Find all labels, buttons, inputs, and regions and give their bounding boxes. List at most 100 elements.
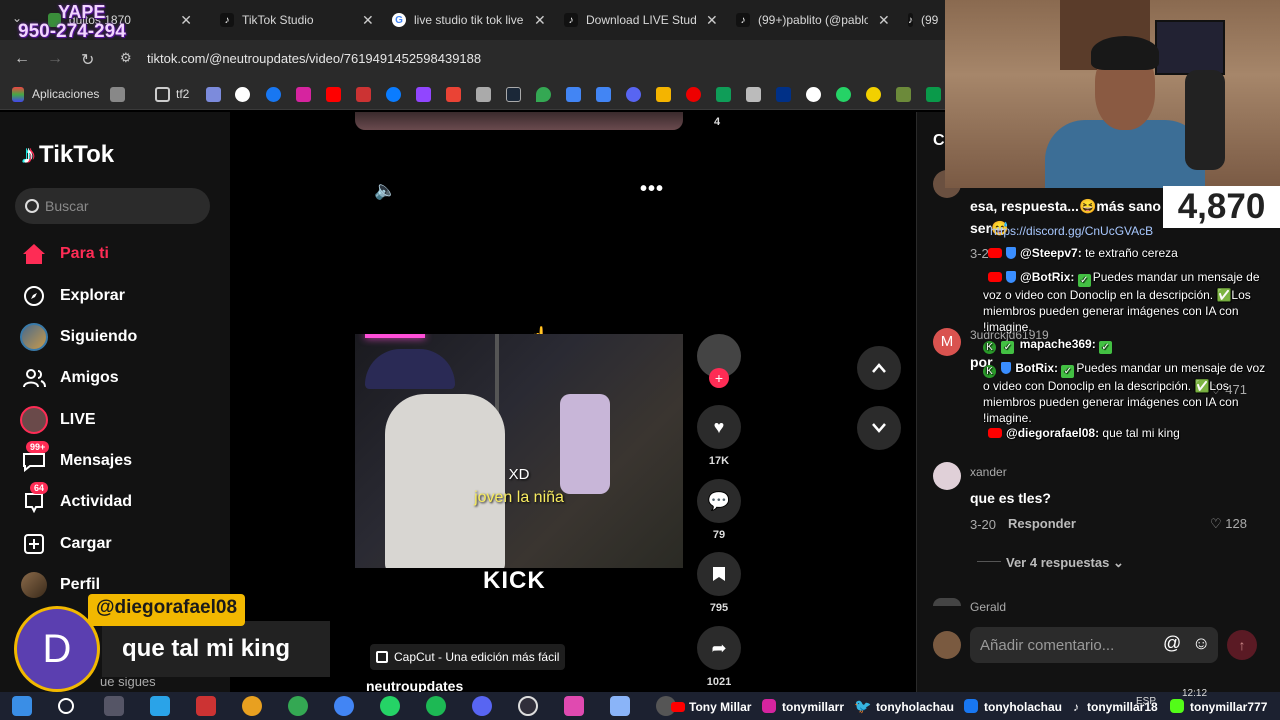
google-icon[interactable] xyxy=(235,87,250,102)
tab-close-icon[interactable]: ✕ xyxy=(534,12,546,29)
bookmark-apps[interactable]: Aplicaciones xyxy=(32,87,99,101)
gmail-icon[interactable] xyxy=(446,87,461,102)
translate-icon[interactable] xyxy=(566,87,581,102)
search-icon[interactable] xyxy=(58,698,74,714)
forward-icon[interactable]: → xyxy=(47,50,63,68)
url-input[interactable]: tiktok.com/@neutroupdates/video/76194914… xyxy=(147,51,481,66)
tab-download-live[interactable]: ♪ Download LIVE Studio ✕ xyxy=(556,6,726,34)
commenter-avatar[interactable] xyxy=(933,598,961,606)
chrome-icon[interactable] xyxy=(288,696,308,716)
bookmark-folder-tf2[interactable]: tf2 xyxy=(176,87,189,101)
reply-button[interactable]: Responder xyxy=(1008,516,1076,531)
reload-icon[interactable]: ↻ xyxy=(81,50,94,70)
translate-icon[interactable] xyxy=(596,87,611,102)
save-button[interactable]: 795 xyxy=(697,552,741,614)
nav-siguiendo[interactable]: Siguiendo xyxy=(20,322,137,352)
send-comment-button[interactable]: ↑ xyxy=(1227,630,1257,660)
bookmark-icon[interactable] xyxy=(746,87,761,102)
app-icon[interactable] xyxy=(564,696,584,716)
bookmark-icon[interactable] xyxy=(686,87,701,102)
discord-icon[interactable] xyxy=(472,696,492,716)
tab-close-icon[interactable]: ✕ xyxy=(706,12,718,29)
apps-grid-icon[interactable] xyxy=(12,87,24,102)
nav-actividad[interactable]: 64 Actividad xyxy=(20,482,132,517)
creator-avatar-button[interactable]: + xyxy=(697,334,741,388)
emoji-icon[interactable]: ☺ xyxy=(1192,633,1210,654)
tiktok-logo[interactable]: ♪ TikTok xyxy=(22,139,114,170)
whatsapp-icon[interactable] xyxy=(836,87,851,102)
spotify-icon[interactable] xyxy=(426,696,446,716)
clock[interactable]: 12:12 xyxy=(1182,688,1207,699)
nav-amigos[interactable]: Amigos xyxy=(20,363,119,393)
tab-google-search[interactable]: G live studio tik tok live ✕ xyxy=(384,6,554,34)
alert-initial: D xyxy=(42,626,72,671)
grid-icon[interactable] xyxy=(110,87,125,102)
like-button[interactable]: ♥ 17K xyxy=(697,405,741,467)
nav-live[interactable]: LIVE xyxy=(20,405,96,435)
tab-6[interactable]: ♪ (99 xyxy=(900,6,945,34)
bookmark-icon[interactable] xyxy=(206,87,221,102)
app-icon[interactable] xyxy=(150,696,170,716)
tab-close-icon[interactable]: ✕ xyxy=(180,12,192,29)
bookmark-icon[interactable] xyxy=(356,87,371,102)
tab-close-icon[interactable]: ✕ xyxy=(362,12,374,29)
nav-explorar[interactable]: Explorar xyxy=(20,281,125,311)
bookmark-icon[interactable] xyxy=(656,87,671,102)
tab-tiktok-studio[interactable]: ♪ TikTok Studio ✕ xyxy=(212,6,382,34)
capcut-tag[interactable]: CapCut - Una edición más fácil xyxy=(370,644,566,670)
windows-start-icon[interactable] xyxy=(12,696,32,716)
drive-icon[interactable] xyxy=(716,87,731,102)
facebook-icon[interactable] xyxy=(266,87,281,102)
share-button[interactable]: ➦ 1021 xyxy=(697,626,741,688)
more-options-icon[interactable]: ••• xyxy=(640,178,664,201)
follow-plus-icon[interactable]: + xyxy=(709,368,729,388)
add-comment-placeholder: Añadir comentario... xyxy=(980,636,1115,654)
chrome-icon[interactable] xyxy=(334,696,354,716)
bookmark-icon[interactable] xyxy=(896,87,911,102)
bookmark-icon[interactable] xyxy=(866,87,881,102)
voice-app-icon[interactable] xyxy=(196,696,216,716)
tab-pablito[interactable]: ♪ (99+)pablito (@pablo ✕ xyxy=(728,6,898,34)
chat-message: K BotRix: ✓ Puedes mandar un mensaje de v… xyxy=(983,360,1273,426)
previous-video[interactable] xyxy=(355,112,683,130)
comment-button[interactable]: 💬 79 xyxy=(697,479,741,541)
youtube-icon[interactable] xyxy=(326,87,341,102)
chrome-icon[interactable] xyxy=(242,696,262,716)
app-icon[interactable] xyxy=(610,696,630,716)
whatsapp-icon[interactable] xyxy=(380,696,400,716)
video-player[interactable]: XD joven la niña xyxy=(355,334,683,568)
discord-icon[interactable] xyxy=(626,87,641,102)
paypal-icon[interactable] xyxy=(776,87,791,102)
nav-mensajes[interactable]: 99+ Mensajes xyxy=(20,441,132,476)
bookmark-icon[interactable] xyxy=(926,87,941,102)
instagram-icon[interactable] xyxy=(296,87,311,102)
nav-label: Amigos xyxy=(60,369,119,386)
previous-video-button[interactable] xyxy=(857,346,901,390)
messenger-icon[interactable] xyxy=(386,87,401,102)
bookmark-icon[interactable] xyxy=(806,87,821,102)
folder-icon[interactable] xyxy=(155,87,170,102)
search-input[interactable]: Buscar xyxy=(15,188,210,224)
nav-cargar[interactable]: Cargar xyxy=(20,529,112,559)
twitch-icon[interactable] xyxy=(416,87,431,102)
view-replies-button[interactable]: Ver 4 respuestas ⌄ xyxy=(1006,555,1124,571)
add-comment-input[interactable]: Añadir comentario... @ ☺ xyxy=(970,627,1218,663)
back-icon[interactable]: ← xyxy=(14,50,30,68)
commenter-name[interactable]: xander xyxy=(970,465,1007,479)
commenter-avatar[interactable] xyxy=(933,462,961,490)
volume-icon[interactable]: 🔈 xyxy=(374,180,396,201)
steam-icon[interactable] xyxy=(506,87,521,102)
language-indicator[interactable]: ESP xyxy=(1136,696,1156,707)
bookmark-icon[interactable] xyxy=(476,87,491,102)
commenter-avatar-m[interactable]: M xyxy=(933,328,961,356)
site-info-icon[interactable]: ⚙ xyxy=(120,50,132,66)
next-video-button[interactable] xyxy=(857,406,901,450)
comment-likes[interactable]: ♡ 128 xyxy=(1210,516,1247,532)
mention-icon[interactable]: @ xyxy=(1163,633,1181,654)
commenter-name[interactable]: Gerald xyxy=(970,600,1006,614)
nav-para-ti[interactable]: Para ti xyxy=(20,239,109,269)
obs-icon[interactable] xyxy=(518,696,538,716)
maps-icon[interactable] xyxy=(536,87,551,102)
tab-close-icon[interactable]: ✕ xyxy=(878,12,890,29)
task-view-icon[interactable] xyxy=(104,696,124,716)
